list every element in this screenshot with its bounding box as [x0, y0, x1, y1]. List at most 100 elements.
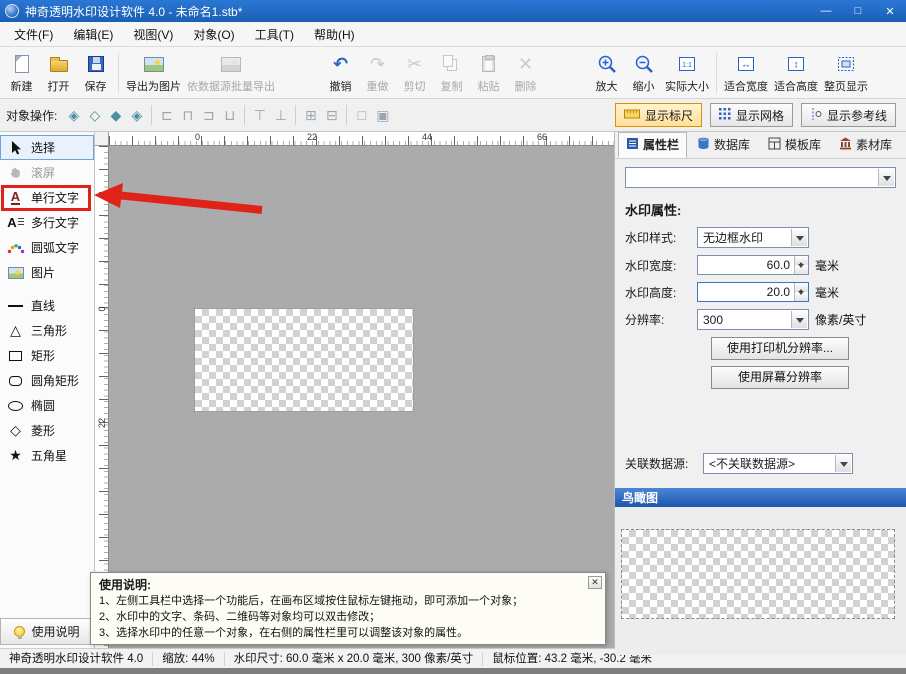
tool-arc-text[interactable]: 圆弧文字 [0, 235, 94, 260]
canvas-area[interactable]: 0 22 44 66 0 22 [95, 132, 614, 648]
show-grid-toggle[interactable]: 显示网格 [710, 103, 793, 127]
material-bank-icon [839, 137, 852, 153]
object-selector-dropdown[interactable] [625, 167, 896, 188]
export-image-icon [144, 57, 164, 72]
fit-width-button[interactable]: ↔ 适合宽度 [721, 49, 771, 97]
arc-text-icon [6, 242, 25, 254]
multi-line-text-icon: A [6, 215, 25, 230]
align-center-h-icon[interactable]: ⊤ [249, 105, 270, 126]
open-button[interactable]: 打开 [40, 49, 77, 97]
group-icon[interactable]: □ [351, 105, 372, 126]
save-button[interactable]: 保存 [77, 49, 114, 97]
layer-back-icon[interactable]: ◈ [126, 105, 147, 126]
same-height-icon[interactable]: ⊟ [321, 105, 342, 126]
object-operation-label: 对象操作: [6, 107, 57, 124]
tool-multi-line-text[interactable]: A 多行文字 [0, 210, 94, 235]
tool-rectangle[interactable]: 矩形 [0, 343, 94, 368]
actual-size-button[interactable]: 1:1 实际大小 [662, 49, 712, 97]
new-button[interactable]: 新建 [3, 49, 40, 97]
whole-page-button[interactable]: 整页显示 [821, 49, 871, 97]
close-button[interactable]: ✕ [874, 0, 906, 22]
panel-tabs: 属性栏 数据库 模板库 [615, 132, 906, 159]
fit-height-button[interactable]: ↕ 适合高度 [771, 49, 821, 97]
star-icon: ★ [6, 447, 25, 464]
show-guides-toggle[interactable]: 显示参考线 [801, 103, 896, 127]
align-right-icon[interactable]: ⊐ [198, 105, 219, 126]
tool-ellipse[interactable]: 椭圆 [0, 393, 94, 418]
tool-rounded-rectangle[interactable]: 圆角矩形 [0, 368, 94, 393]
layer-up-icon[interactable]: ◇ [84, 105, 105, 126]
zoom-out-button[interactable]: 缩小 [625, 49, 662, 97]
zoom-in-button[interactable]: 放大 [588, 49, 625, 97]
tool-select[interactable]: 选择 [0, 135, 94, 160]
watermark-height-input[interactable]: 20.0 [697, 282, 809, 302]
export-image-button[interactable]: 导出为图片 [123, 49, 184, 97]
rounded-rectangle-icon [6, 376, 25, 386]
tool-image[interactable]: 图片 [0, 260, 94, 285]
objectbar-separator [151, 105, 152, 125]
help-box-close-icon[interactable]: ✕ [588, 576, 602, 589]
tab-materials[interactable]: 素材库 [831, 132, 900, 158]
resolution-unit-label: 像素/英寸 [815, 311, 866, 328]
align-left-icon[interactable]: ⊏ [156, 105, 177, 126]
same-width-icon[interactable]: ⊞ [300, 105, 321, 126]
menu-object[interactable]: 对象(O) [183, 22, 244, 47]
watermark-style-select[interactable]: 无边框水印 [697, 227, 809, 248]
rectangle-icon [6, 351, 25, 361]
tab-database[interactable]: 数据库 [689, 132, 758, 158]
redo-button: ↷ 重做 [359, 49, 396, 97]
align-top-icon[interactable]: ⊓ [177, 105, 198, 126]
spinner-down-icon[interactable] [795, 265, 808, 274]
menu-help[interactable]: 帮助(H) [304, 22, 365, 47]
tool-panel: 选择 滚屏 A 单行文字 A 多行文字 圆弧文字 [0, 132, 95, 648]
watermark-properties-title: 水印属性: [625, 200, 896, 219]
toolbar-separator [716, 53, 717, 93]
chevron-down-icon [791, 311, 807, 328]
objectbar-separator [244, 105, 245, 125]
tab-properties[interactable]: 属性栏 [618, 132, 687, 158]
overview-area [615, 507, 906, 655]
ungroup-icon[interactable]: ▣ [372, 105, 393, 126]
overview-watermark-preview [621, 529, 895, 619]
tool-star[interactable]: ★ 五角星 [0, 443, 94, 468]
menu-file[interactable]: 文件(F) [4, 22, 63, 47]
picture-icon [6, 267, 25, 279]
tool-triangle[interactable]: △ 三角形 [0, 318, 94, 343]
show-ruler-toggle[interactable]: 显示标尺 [615, 103, 702, 127]
actual-size-icon: 1:1 [677, 52, 697, 77]
resolution-select[interactable]: 300 [697, 309, 809, 330]
watermark-width-input[interactable]: 60.0 [697, 255, 809, 275]
align-center-v-icon[interactable]: ⊥ [270, 105, 291, 126]
triangle-icon: △ [6, 322, 25, 339]
menu-view[interactable]: 视图(V) [123, 22, 183, 47]
fit-width-icon: ↔ [736, 52, 756, 77]
layer-front-icon[interactable]: ◈ [63, 105, 84, 126]
datasource-select[interactable]: <不关联数据源> [703, 453, 853, 474]
tool-diamond[interactable]: ◇ 菱形 [0, 418, 94, 443]
save-icon [88, 56, 104, 72]
help-line: 3、选择水印中的任意一个对象，在右侧的属性栏里可以调整该对象的属性。 [99, 626, 597, 642]
minimize-button[interactable]: — [810, 0, 842, 22]
align-bottom-icon[interactable]: ⊔ [219, 105, 240, 126]
screen-resolution-button[interactable]: 使用屏幕分辨率 [711, 366, 849, 389]
spinner-down-icon[interactable] [795, 292, 808, 301]
maximize-button[interactable]: □ [842, 0, 874, 22]
watermark-object[interactable] [194, 308, 414, 412]
usage-help-button[interactable]: 使用说明 [0, 618, 94, 645]
hand-icon [6, 165, 25, 180]
undo-button[interactable]: ↶ 撤销 [322, 49, 359, 97]
paste-button: 粘贴 [470, 49, 507, 97]
printer-resolution-button[interactable]: 使用打印机分辨率... [711, 337, 849, 360]
delete-icon: ✕ [518, 55, 533, 73]
tool-single-line-text[interactable]: A 单行文字 [0, 185, 94, 210]
tab-templates[interactable]: 模板库 [760, 132, 829, 158]
properties-panel: 属性栏 数据库 模板库 [614, 132, 906, 648]
menu-tools[interactable]: 工具(T) [245, 22, 304, 47]
tool-line[interactable]: 直线 [0, 293, 94, 318]
chevron-down-icon [791, 229, 807, 246]
status-app-name: 神奇透明水印设计软件 4.0 [0, 652, 153, 666]
titlebar: 神奇透明水印设计软件 4.0 - 未命名1.stb* — □ ✕ [0, 0, 906, 22]
menu-edit[interactable]: 编辑(E) [63, 22, 123, 47]
delete-button: ✕ 删除 [507, 49, 544, 97]
layer-down-icon[interactable]: ◆ [105, 105, 126, 126]
